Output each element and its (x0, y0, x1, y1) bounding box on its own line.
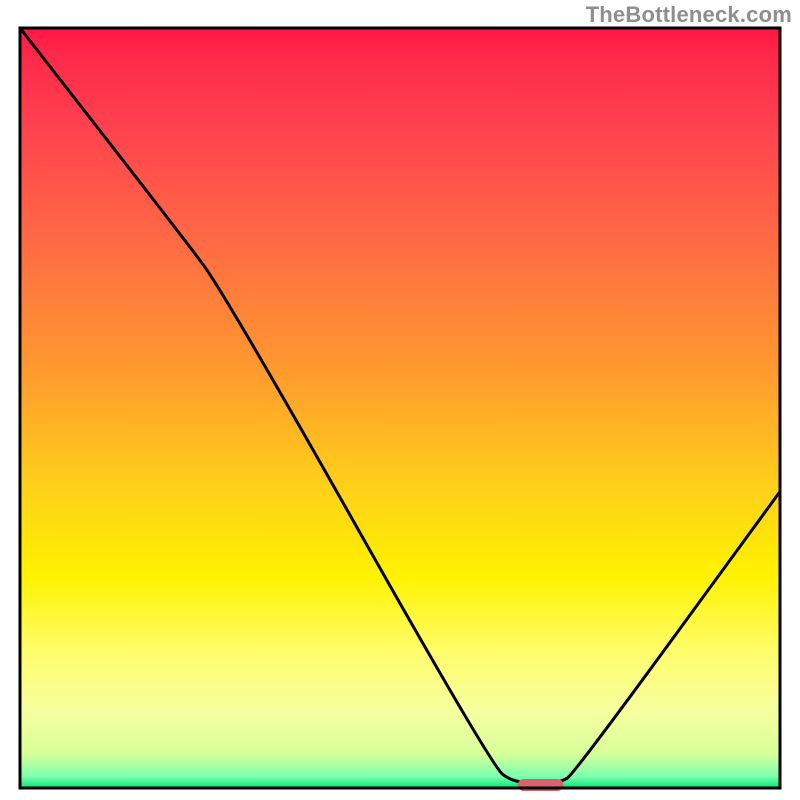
bottleneck-chart (0, 0, 800, 800)
watermark-text: TheBottleneck.com (586, 2, 792, 28)
gradient-background (20, 28, 780, 788)
chart-stage: TheBottleneck.com (0, 0, 800, 800)
